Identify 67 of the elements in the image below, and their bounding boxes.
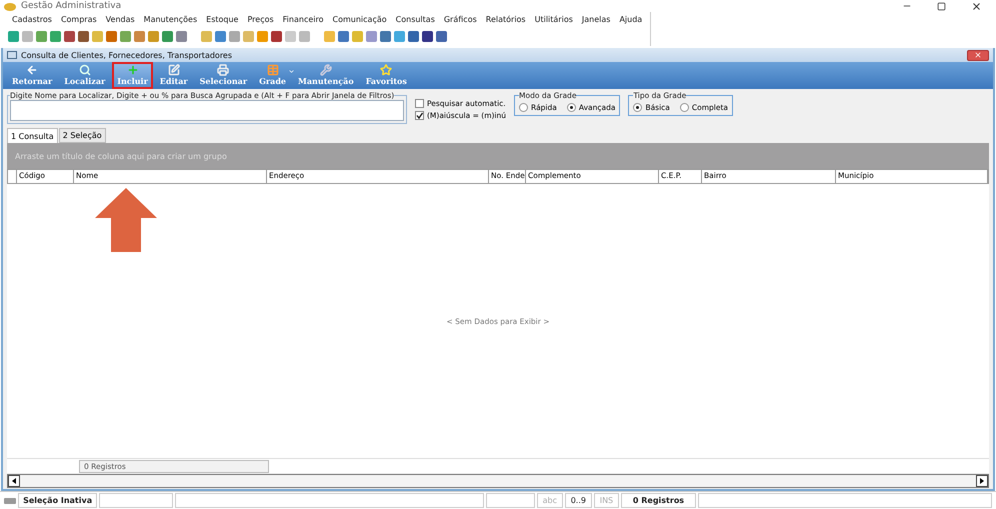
app-title: Gestão Administrativa <box>21 1 122 11</box>
menu-item[interactable]: Vendas <box>106 14 135 24</box>
grid-icon <box>266 64 279 76</box>
annotation-arrow <box>95 188 157 252</box>
window-title: Consulta de Clientes, Fornecedores, Transportadores <box>21 50 234 60</box>
toolbar-button[interactable]: Retornar <box>7 62 58 89</box>
status-text: INS <box>594 493 619 508</box>
toolbar-button[interactable]: Grade <box>254 62 292 89</box>
toolbar-button[interactable]: Favoritos <box>360 62 412 89</box>
toolbar-button[interactable]: Manutenção <box>293 62 359 89</box>
toolbar-icon[interactable] <box>78 30 89 42</box>
status-text: Seleção Inativa <box>18 493 98 508</box>
toolbar-icon[interactable] <box>422 30 433 42</box>
printer-icon <box>217 64 230 76</box>
checkmark-icon <box>416 112 423 119</box>
right-triangle-icon <box>980 478 984 484</box>
close-icon <box>974 51 982 59</box>
menu-item[interactable]: Gráficos <box>444 14 477 24</box>
plus-icon <box>126 64 139 76</box>
toolbar-icon[interactable] <box>380 30 391 42</box>
close-button[interactable] <box>967 50 989 60</box>
menu-item[interactable]: Relatórios <box>486 14 526 24</box>
toolbar-icon[interactable] <box>338 30 349 42</box>
back-arrow-icon <box>26 64 38 76</box>
group-hint: Arraste um título de coluna aqui para criar um grupo <box>15 152 227 160</box>
tab[interactable]: 2 Seleção <box>58 128 106 143</box>
wrench-icon <box>320 64 332 76</box>
menu-item[interactable]: Consultas <box>396 14 435 24</box>
radio-button[interactable] <box>633 103 642 112</box>
toolbar-button[interactable]: Editar <box>154 62 193 89</box>
scroll-left-button[interactable] <box>8 475 20 487</box>
menu-item[interactable]: Janelas <box>582 14 610 24</box>
checkbox[interactable] <box>415 99 424 108</box>
toolbar-icon[interactable] <box>408 30 419 42</box>
search-icon <box>78 64 91 76</box>
star-icon <box>380 64 392 76</box>
menu-item[interactable]: Estoque <box>206 14 238 24</box>
edit-icon <box>168 64 180 76</box>
menu-item[interactable]: Utilitários <box>534 14 573 24</box>
menu-item[interactable]: Comunicação <box>332 14 387 24</box>
window-icon <box>7 50 17 60</box>
maximize-icon <box>937 2 946 10</box>
status-text: abc <box>536 493 563 508</box>
close-icon <box>971 0 982 12</box>
menu-item[interactable]: Ajuda <box>619 14 642 24</box>
checkbox[interactable] <box>415 111 424 120</box>
app-logo-icon <box>4 2 16 10</box>
menu-item[interactable]: Compras <box>60 14 97 24</box>
radio-button[interactable] <box>519 103 528 112</box>
menu-item[interactable]: Cadastros <box>12 14 52 24</box>
menu-item[interactable]: Preços <box>247 14 274 24</box>
scroll-right-button[interactable] <box>976 475 988 487</box>
status-text: 0..9 <box>564 493 592 508</box>
menu-item[interactable]: Financeiro <box>282 14 324 24</box>
toolbar-icon[interactable] <box>436 30 447 42</box>
left-triangle-icon <box>12 478 16 484</box>
toolbar-icon[interactable] <box>64 30 75 42</box>
radio-button[interactable] <box>680 103 689 112</box>
horizontal-scrollbar[interactable] <box>7 474 989 488</box>
keyboard-icon <box>4 498 16 504</box>
tab[interactable]: 1 Consulta <box>7 128 58 143</box>
radio-button[interactable] <box>566 103 576 112</box>
status-text: 0 Registros <box>620 493 696 508</box>
menu-item[interactable]: Manutenções <box>144 14 198 24</box>
toolbar-button[interactable]: Localizar <box>59 62 110 89</box>
toolbar-icon[interactable] <box>271 30 282 42</box>
toolbar-button[interactable]: Selecionar <box>194 62 252 89</box>
